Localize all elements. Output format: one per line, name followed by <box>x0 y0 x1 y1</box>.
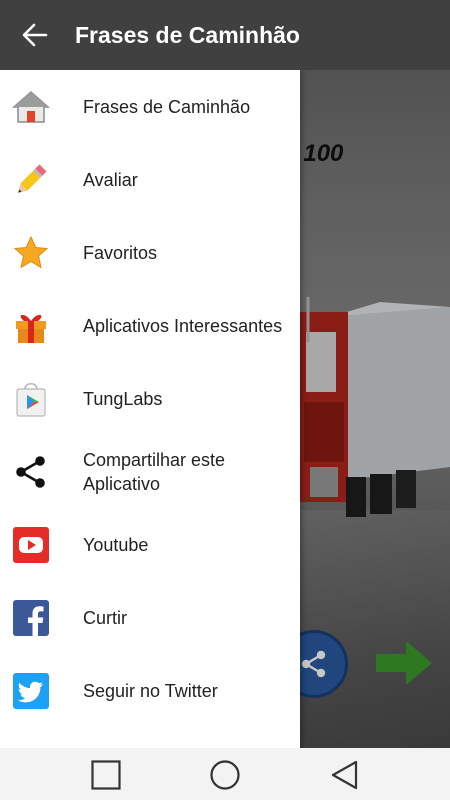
app-title: Frases de Caminhão <box>75 21 300 48</box>
drawer-item-rate[interactable]: Avaliar <box>0 143 300 216</box>
facebook-icon <box>12 599 50 637</box>
back-button[interactable] <box>0 0 70 70</box>
drawer-item-home[interactable]: Frases de Caminhão <box>0 70 300 143</box>
drawer-item-like[interactable]: Curtir <box>0 581 300 654</box>
drawer-item-interesting-apps[interactable]: Aplicativos Interessantes <box>0 289 300 362</box>
share-icon <box>12 453 50 491</box>
drawer-item-label: Frases de Caminhão <box>83 96 251 117</box>
arrow-left-icon <box>22 23 48 47</box>
app-bar: Frases de Caminhão <box>0 0 450 70</box>
star-icon <box>12 234 50 272</box>
youtube-icon <box>12 526 50 564</box>
navigation-drawer: Frases de Caminhão Avaliar Favoritos Apl… <box>0 70 300 748</box>
drawer-item-label: Compartilhar este Aplicativo <box>83 449 226 494</box>
back-triangle-icon <box>331 760 358 790</box>
drawer-item-label: Seguir no Twitter <box>83 680 218 701</box>
pencil-icon <box>12 161 50 199</box>
recents-button[interactable] <box>91 760 121 790</box>
recents-icon <box>91 760 121 790</box>
home-button[interactable] <box>210 760 240 790</box>
drawer-item-twitter[interactable]: Seguir no Twitter <box>0 654 300 727</box>
system-back-button[interactable] <box>330 760 360 790</box>
drawer-item-label: Youtube <box>83 534 149 555</box>
play-store-icon <box>12 380 50 418</box>
gift-icon <box>12 307 50 345</box>
drawer-item-youtube[interactable]: Youtube <box>0 508 300 581</box>
drawer-item-tunglabs[interactable]: TungLabs <box>0 362 300 435</box>
drawer-item-label: Curtir <box>83 607 127 628</box>
drawer-item-label: Aplicativos Interessantes <box>83 315 283 336</box>
twitter-icon <box>12 672 50 710</box>
drawer-item-label: Favoritos <box>83 242 158 263</box>
drawer-item-label: Avaliar <box>83 169 138 190</box>
drawer-item-label: TungLabs <box>83 388 163 409</box>
home-icon <box>12 88 50 126</box>
system-navigation-bar <box>0 748 450 800</box>
home-circle-icon <box>210 760 240 790</box>
drawer-item-share-app[interactable]: Compartilhar este Aplicativo <box>0 435 300 508</box>
drawer-item-favorites[interactable]: Favoritos <box>0 216 300 289</box>
